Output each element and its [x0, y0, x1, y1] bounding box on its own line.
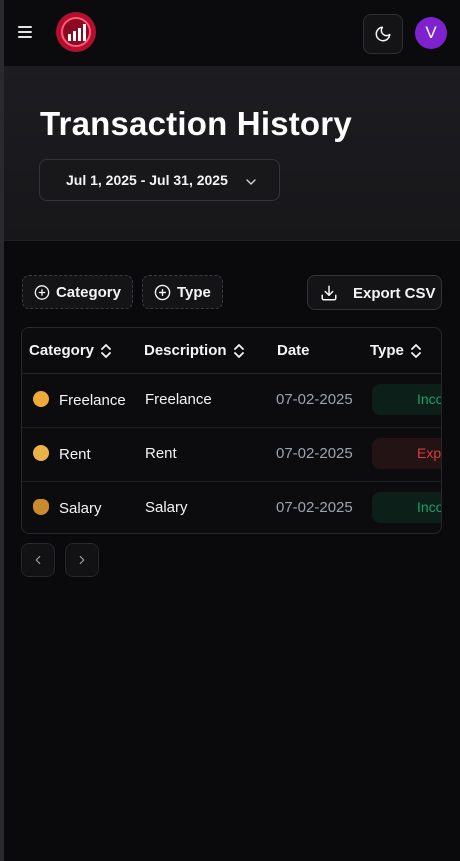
column-label: Category	[29, 342, 95, 359]
type-badge-expense: Expense	[372, 438, 441, 469]
column-header-date[interactable]: Date	[277, 342, 310, 359]
date-cell: 07-02-2025	[276, 499, 353, 516]
column-header-description[interactable]: Description	[144, 342, 245, 359]
page-header: Transaction History Jul 1, 2025 - Jul 31…	[4, 66, 460, 241]
date-cell: 07-02-2025	[276, 391, 353, 408]
top-bar: V	[4, 0, 460, 66]
money-bag-emoji-icon	[33, 499, 49, 515]
plus-circle-icon	[34, 284, 50, 300]
description-cell: Salary	[145, 499, 188, 516]
date-range-label: Jul 1, 2025 - Jul 31, 2025	[66, 172, 228, 188]
type-badge-income: Income	[372, 492, 441, 523]
moon-icon	[375, 26, 391, 42]
column-label: Type	[370, 342, 404, 359]
user-avatar[interactable]: V	[415, 17, 447, 49]
plus-circle-icon	[154, 284, 171, 300]
date-cell: 07-02-2025	[276, 445, 353, 462]
category-text: Rent	[59, 446, 91, 463]
category-cell: Freelance	[33, 391, 126, 409]
table-header: Category Description Date Type	[22, 328, 441, 374]
column-label: Date	[277, 342, 310, 359]
date-range-picker[interactable]: Jul 1, 2025 - Jul 31, 2025	[39, 159, 280, 201]
table-row[interactable]: Freelance Freelance 07-02-2025 Income	[22, 373, 441, 428]
table-row[interactable]: Rent Rent 07-02-2025 Expense	[22, 427, 441, 482]
transactions-table: Category Description Date Type Freelance…	[21, 327, 442, 534]
app-logo[interactable]	[56, 12, 96, 52]
page-title: Transaction History	[40, 105, 352, 142]
chevron-down-icon	[246, 179, 256, 185]
bar-chart-logo-icon	[61, 17, 91, 47]
sort-icon	[411, 343, 421, 358]
category-filter-label: Category	[55, 283, 121, 301]
description-cell: Freelance	[145, 391, 212, 408]
column-label: Description	[144, 342, 227, 359]
theme-toggle-button[interactable]	[363, 14, 403, 54]
download-icon	[321, 285, 337, 301]
category-text: Freelance	[59, 392, 126, 409]
freelance-emoji-icon	[33, 391, 49, 407]
table-row[interactable]: Salary Salary 07-02-2025 Income	[22, 481, 441, 533]
export-csv-button[interactable]: Export CSV	[307, 275, 442, 310]
chevron-left-icon	[35, 555, 41, 565]
column-header-type[interactable]: Type	[370, 342, 422, 359]
previous-page-button[interactable]	[21, 543, 55, 577]
category-cell: Salary	[33, 499, 102, 517]
type-filter-label: Type	[177, 283, 211, 301]
next-page-button[interactable]	[65, 543, 99, 577]
hamburger-menu-icon[interactable]	[18, 24, 34, 40]
category-filter-button[interactable]: Category	[22, 275, 133, 309]
rent-emoji-icon	[33, 445, 49, 461]
description-cell: Rent	[145, 445, 177, 462]
export-csv-label: Export CSV	[353, 285, 436, 302]
chevron-right-icon	[79, 555, 85, 565]
category-text: Salary	[59, 500, 102, 517]
sort-icon	[101, 343, 111, 358]
sort-icon	[233, 343, 244, 358]
category-cell: Rent	[33, 445, 91, 463]
type-filter-button[interactable]: Type	[142, 275, 223, 309]
column-header-category[interactable]: Category	[29, 342, 112, 359]
type-badge-income: Income	[372, 384, 441, 415]
